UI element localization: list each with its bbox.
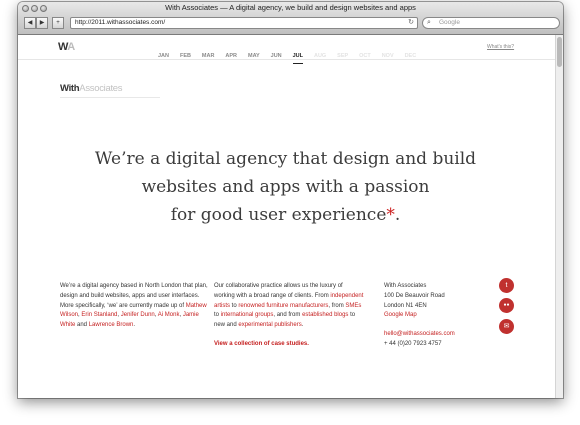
about-text: We’re a digital agency based in North Lo… <box>60 282 210 331</box>
client-link-furniture[interactable]: renowned furniture manufacturers <box>238 303 328 309</box>
case-studies-link[interactable]: View a collection of case studies. <box>214 340 364 350</box>
twitter-icon[interactable]: t <box>499 278 514 293</box>
page-viewport: WA JAN FEB MAR APR MAY JUN JUL AUG SEP O… <box>18 35 563 398</box>
window-title: With Associates — A digital agency, we b… <box>165 3 416 12</box>
month-jan[interactable]: JAN <box>158 53 169 59</box>
client-link-smes[interactable]: SMEs <box>345 303 361 309</box>
headline-period: . <box>394 205 401 225</box>
month-jul[interactable]: JUL <box>292 53 304 64</box>
search-input[interactable]: ⌕ Google <box>422 17 560 29</box>
contact-city: London N1 4EN <box>384 302 427 309</box>
month-mar[interactable]: MAR <box>202 53 215 59</box>
practice-text: Our collaborative practice allows us the… <box>214 282 364 350</box>
client-link-blogs[interactable]: established blogs <box>302 312 348 318</box>
month-oct: OCT <box>359 53 371 59</box>
brand-associates: Associates <box>79 83 123 94</box>
address-bar[interactable]: http://2011.withassociates.com/ ↻ <box>70 17 418 29</box>
month-jun[interactable]: JUN <box>271 53 282 59</box>
practice-sep: , and from <box>273 312 303 319</box>
headline-line-2: websites and apps with a passion <box>141 177 430 197</box>
brand-wordmark: WithAssociates <box>60 83 123 94</box>
scrollbar-thumb[interactable] <box>557 37 562 67</box>
headline-line-3-text: for good user experience <box>170 205 387 225</box>
practice-intro: Our collaborative practice allows us the… <box>214 283 343 299</box>
title-bar: With Associates — A digital agency, we b… <box>18 2 563 35</box>
about-end: . <box>133 322 136 329</box>
headline-line-1: We’re a digital agency that design and b… <box>94 149 477 169</box>
month-nov: NOV <box>381 53 394 59</box>
browser-window: With Associates — A digital agency, we b… <box>18 2 563 398</box>
client-link-publishers[interactable]: experimental publishers <box>238 322 301 328</box>
contact-phone: + 44 (0)20 7923 4757 <box>384 340 442 347</box>
headline-asterisk: * <box>386 205 395 225</box>
month-aug: AUG <box>313 53 327 59</box>
whats-this-link[interactable]: What's this? <box>487 44 514 50</box>
month-feb[interactable]: FEB <box>180 53 191 59</box>
month-nav: JAN FEB MAR APR MAY JUN JUL AUG SEP OCT … <box>158 44 423 64</box>
month-dec: DEC <box>404 53 417 59</box>
practice-end: . <box>301 322 304 329</box>
contact-street: 100 De Beauvoir Road <box>384 292 445 299</box>
team-link-erin[interactable]: Erin Stanland <box>81 312 117 318</box>
practice-sep: , from <box>328 302 346 309</box>
month-sep: SEP <box>337 53 349 59</box>
google-map-link[interactable]: Google Map <box>384 311 474 321</box>
contact-name: With Associates <box>384 283 427 289</box>
site-logo[interactable]: WA <box>58 41 75 53</box>
month-may[interactable]: MAY <box>248 53 260 59</box>
vertical-scrollbar[interactable] <box>555 35 563 398</box>
hero-headline: We’re a digital agency that design and b… <box>58 145 513 229</box>
search-icon: ⌕ <box>427 19 431 26</box>
practice-sep: to <box>214 312 221 319</box>
month-apr[interactable]: APR <box>225 53 237 59</box>
about-sep: and <box>75 322 89 329</box>
team-link-lawrence[interactable]: Lawrence Brown <box>89 322 134 328</box>
logo-a: A <box>67 41 75 53</box>
brand-with: With <box>60 83 80 94</box>
site-nav-bar: WA JAN FEB MAR APR MAY JUN JUL AUG SEP O… <box>18 35 555 64</box>
url-text[interactable]: http://2011.withassociates.com/ <box>75 18 165 28</box>
contact-block: With Associates 100 De Beauvoir Road Lon… <box>384 282 474 350</box>
forward-button[interactable]: ▶ <box>36 17 48 29</box>
client-link-international[interactable]: international groups <box>221 312 274 318</box>
back-button[interactable]: ◀ <box>24 17 36 29</box>
divider <box>60 97 160 98</box>
reload-icon[interactable]: ↻ <box>408 18 414 28</box>
flickr-icon[interactable]: ●● <box>499 298 514 313</box>
headline-line-3: for good user experience*. <box>58 201 513 229</box>
team-link-jenifer[interactable]: Jenifer Dunn <box>121 312 155 318</box>
team-link-ai[interactable]: Ai Monk <box>158 312 180 318</box>
search-placeholder: Google <box>439 19 460 26</box>
email-link[interactable]: hello@withassociates.com <box>384 330 474 340</box>
logo-w: W <box>58 41 68 53</box>
email-icon[interactable]: ✉ <box>499 319 514 334</box>
practice-paragraph: Our collaborative practice allows us the… <box>214 282 364 331</box>
add-bookmark-button[interactable]: + <box>52 17 64 29</box>
